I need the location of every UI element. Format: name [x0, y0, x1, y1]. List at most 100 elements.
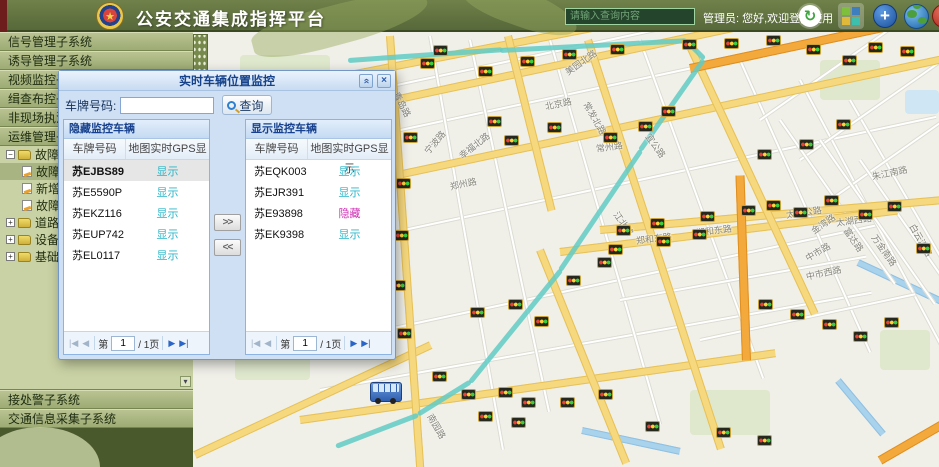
traffic-signal-icon[interactable] [793, 207, 808, 218]
prev-page-icon[interactable]: ◀ [262, 338, 273, 349]
traffic-signal-icon[interactable] [433, 45, 448, 56]
traffic-signal-icon[interactable] [884, 317, 899, 328]
traffic-signal-icon[interactable] [598, 389, 613, 400]
globe-icon[interactable] [903, 3, 929, 29]
next-page-icon[interactable]: ▶ [348, 338, 359, 349]
traffic-signal-icon[interactable] [858, 209, 873, 220]
traffic-signal-icon[interactable] [682, 39, 697, 50]
gps-toggle-link[interactable]: 显示 [126, 226, 209, 242]
traffic-signal-icon[interactable] [853, 331, 868, 342]
traffic-signal-icon[interactable] [790, 309, 805, 320]
traffic-signal-icon[interactable] [757, 149, 772, 160]
traffic-signal-icon[interactable] [547, 122, 562, 133]
sidebar-item[interactable]: 信号管理子系统 [0, 32, 193, 51]
traffic-signal-icon[interactable] [603, 132, 618, 143]
sidebar-item[interactable]: 接处警子系统 [0, 390, 193, 409]
table-row[interactable]: 苏EK9398显示 [246, 223, 391, 244]
page-input[interactable] [293, 336, 317, 351]
traffic-signal-icon[interactable] [822, 319, 837, 330]
traffic-signal-icon[interactable] [508, 299, 523, 310]
traffic-signal-icon[interactable] [560, 397, 575, 408]
next-page-icon[interactable]: ▶ [166, 338, 177, 349]
traffic-signal-icon[interactable] [534, 316, 549, 327]
first-page-icon[interactable]: |◀ [249, 338, 262, 349]
first-page-icon[interactable]: |◀ [67, 338, 80, 349]
add-icon[interactable]: + [872, 3, 898, 29]
sidebar-item[interactable]: 诱导管理子系统 [0, 51, 193, 70]
gps-toggle-link[interactable]: 隐藏 [308, 205, 391, 221]
last-page-icon[interactable]: ▶| [177, 338, 190, 349]
traffic-signal-icon[interactable] [597, 257, 612, 268]
traffic-signal-icon[interactable] [842, 55, 857, 66]
traffic-signal-icon[interactable] [724, 38, 739, 49]
gps-toggle-link[interactable]: 显示 [308, 226, 391, 242]
collapse-node-icon[interactable]: − [6, 150, 15, 159]
traffic-signal-icon[interactable] [741, 205, 756, 216]
traffic-signal-icon[interactable] [806, 44, 821, 55]
traffic-signal-icon[interactable] [887, 201, 902, 212]
query-button[interactable]: 查询 [222, 95, 272, 115]
traffic-signal-icon[interactable] [868, 42, 883, 53]
table-row[interactable]: 苏EJBS89显示 [64, 160, 209, 181]
traffic-signal-icon[interactable] [616, 225, 631, 236]
traffic-signal-icon[interactable] [650, 218, 665, 229]
traffic-signal-icon[interactable] [487, 116, 502, 127]
traffic-signal-icon[interactable] [520, 56, 535, 67]
table-row[interactable]: 苏E5590P显示 [64, 181, 209, 202]
traffic-signal-icon[interactable] [645, 421, 660, 432]
traffic-signal-icon[interactable] [511, 417, 526, 428]
prev-page-icon[interactable]: ◀ [80, 338, 91, 349]
gps-toggle-link[interactable]: 显示 [308, 184, 391, 200]
table-row[interactable]: 苏EJR391显示 [246, 181, 391, 202]
traffic-signal-icon[interactable] [900, 46, 915, 57]
traffic-signal-icon[interactable] [610, 44, 625, 55]
traffic-signal-icon[interactable] [521, 397, 536, 408]
table-row[interactable]: 苏EKZ116显示 [64, 202, 209, 223]
dialog-close-icon[interactable]: × [377, 74, 391, 88]
traffic-signal-icon[interactable] [799, 139, 814, 150]
gps-toggle-link[interactable]: 显示 [126, 163, 209, 179]
table-row[interactable]: 苏EL0117显示 [64, 244, 209, 265]
traffic-signal-icon[interactable] [836, 119, 851, 130]
header-search-input[interactable] [565, 8, 695, 25]
refresh-icon[interactable]: ↻ [797, 3, 823, 29]
traffic-signal-icon[interactable] [757, 435, 772, 446]
traffic-signal-icon[interactable] [766, 35, 781, 46]
move-right-button[interactable]: >> [214, 214, 241, 231]
traffic-signal-icon[interactable] [758, 299, 773, 310]
traffic-signal-icon[interactable] [394, 230, 409, 241]
traffic-signal-icon[interactable] [716, 427, 731, 438]
gps-toggle-link[interactable]: 显示 [308, 163, 391, 179]
gps-toggle-link[interactable]: 显示 [126, 247, 209, 263]
traffic-signal-icon[interactable] [656, 236, 671, 247]
traffic-signal-icon[interactable] [916, 243, 931, 254]
traffic-signal-icon[interactable] [566, 275, 581, 286]
traffic-signal-icon[interactable] [403, 132, 418, 143]
traffic-signal-icon[interactable] [461, 389, 476, 400]
traffic-signal-icon[interactable] [478, 411, 493, 422]
tree-scroll-down-icon[interactable]: ▾ [180, 376, 191, 387]
plate-input[interactable] [120, 97, 214, 114]
traffic-signal-icon[interactable] [397, 328, 412, 339]
traffic-signal-icon[interactable] [478, 66, 493, 77]
apps-grid-icon[interactable] [838, 3, 864, 29]
gps-toggle-link[interactable]: 显示 [126, 205, 209, 221]
traffic-signal-icon[interactable] [396, 178, 411, 189]
traffic-signal-icon[interactable] [432, 371, 447, 382]
traffic-signal-icon[interactable] [420, 58, 435, 69]
expand-node-icon[interactable]: + [6, 218, 15, 227]
table-row[interactable]: 苏EQK003显示 [246, 160, 391, 181]
traffic-signal-icon[interactable] [700, 211, 715, 222]
traffic-signal-icon[interactable] [661, 106, 676, 117]
alert-icon[interactable] [931, 3, 939, 29]
table-row[interactable]: 苏EUP742显示 [64, 223, 209, 244]
dialog-titlebar[interactable]: 实时车辆位置监控 « × [59, 71, 395, 91]
dialog-collapse-icon[interactable]: « [359, 74, 373, 88]
traffic-signal-icon[interactable] [692, 229, 707, 240]
traffic-signal-icon[interactable] [504, 135, 519, 146]
sidebar-item[interactable]: 交通信息采集子系统 [0, 409, 193, 428]
table-row[interactable]: 苏E93898隐藏 [246, 202, 391, 223]
last-page-icon[interactable]: ▶| [359, 338, 372, 349]
expand-node-icon[interactable]: + [6, 235, 15, 244]
traffic-signal-icon[interactable] [562, 49, 577, 60]
